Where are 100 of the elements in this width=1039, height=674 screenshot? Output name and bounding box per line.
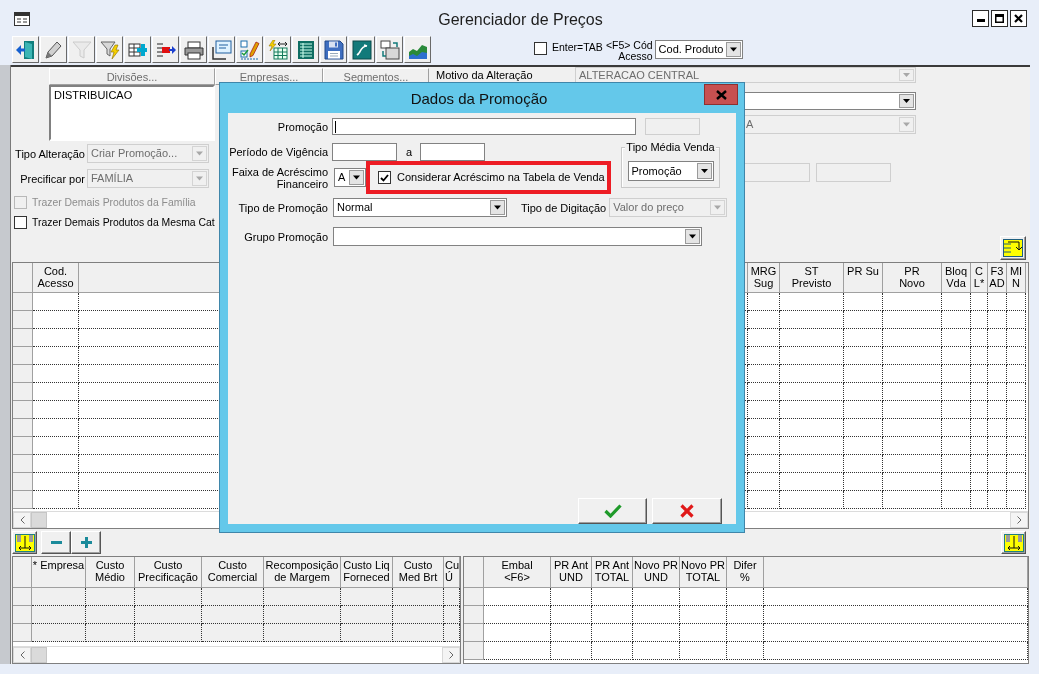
checkbox-label: Trazer Demais Produtos da Mesma Cat bbox=[32, 216, 215, 229]
caret-down-icon bbox=[696, 163, 712, 179]
column-header[interactable]: Embal <F6> bbox=[484, 557, 551, 588]
caret-down-icon bbox=[349, 170, 364, 185]
checkbox[interactable] bbox=[378, 171, 391, 184]
field-label: Tipo de Digitação bbox=[521, 201, 607, 214]
column-header[interactable]: Novo PR TOTAL bbox=[680, 557, 727, 588]
caret-down-icon bbox=[192, 171, 207, 186]
add-button[interactable] bbox=[71, 531, 101, 554]
column-header[interactable]: PR Ant UND bbox=[551, 557, 592, 588]
windows-arrows-icon bbox=[379, 39, 400, 60]
funnel-icon bbox=[71, 39, 92, 60]
checklist-pencil-icon bbox=[239, 39, 260, 60]
date-field[interactable] bbox=[332, 143, 397, 161]
column-header[interactable]: Novo PR UND bbox=[633, 557, 680, 588]
column-header[interactable]: ST Previsto bbox=[780, 263, 844, 293]
checkbox[interactable] bbox=[14, 216, 27, 229]
pencil-icon bbox=[43, 39, 64, 60]
dropdown[interactable] bbox=[333, 227, 702, 246]
toolbar-button[interactable] bbox=[348, 36, 375, 63]
close-icon bbox=[1014, 13, 1023, 23]
column-header[interactable]: PR Ant TOTAL bbox=[592, 557, 633, 588]
minus-icon bbox=[50, 541, 62, 544]
toolbar-button[interactable] bbox=[96, 36, 123, 63]
scrollbar-thumb[interactable] bbox=[31, 512, 47, 528]
field-label: Precificar por bbox=[19, 172, 86, 185]
range-separator: a bbox=[406, 146, 413, 158]
column-header[interactable]: F3 AD bbox=[988, 263, 1007, 293]
toolbar-button[interactable] bbox=[124, 36, 151, 63]
toolbar-button[interactable] bbox=[320, 36, 347, 63]
dialog-title: Dados da Promoção bbox=[410, 90, 548, 107]
checkbox-label: Enter=TAB bbox=[552, 41, 603, 54]
dropdown[interactable]: Normal bbox=[333, 198, 507, 217]
toolbar-button[interactable] bbox=[208, 36, 235, 63]
checkmark-icon bbox=[603, 504, 622, 518]
column-header[interactable]: MI N bbox=[1007, 263, 1026, 293]
toolbar-button[interactable] bbox=[376, 36, 403, 63]
maximize-icon bbox=[995, 13, 1004, 23]
horizontal-scrollbar[interactable] bbox=[13, 646, 460, 663]
caret-down-icon bbox=[725, 42, 741, 57]
maximize-button[interactable] bbox=[991, 9, 1008, 27]
group-label: Tipo Média Venda bbox=[625, 141, 716, 154]
toolbar-button[interactable] bbox=[292, 36, 319, 63]
column-header[interactable]: Cod. Acesso bbox=[33, 263, 79, 293]
dropdown[interactable]: Cod. Produto bbox=[654, 40, 743, 59]
toolbar-button[interactable] bbox=[264, 36, 291, 63]
window-title: Gerenciador de Preços bbox=[438, 11, 603, 29]
spreadsheet-icon bbox=[295, 39, 316, 60]
list-box[interactable]: DISTRIBUICAO bbox=[49, 85, 215, 141]
checkbox[interactable] bbox=[534, 42, 547, 55]
toolbar-button[interactable] bbox=[404, 36, 431, 63]
chevron-left-icon bbox=[19, 516, 25, 524]
field-label: Motivo da Alteração bbox=[435, 68, 534, 82]
text-field[interactable] bbox=[332, 118, 636, 135]
cancel-button[interactable] bbox=[652, 498, 722, 524]
dropdown[interactable]: A bbox=[334, 168, 366, 187]
close-icon bbox=[715, 89, 727, 100]
column-header[interactable]: C L* bbox=[971, 263, 988, 293]
door-arrow-icon bbox=[15, 39, 36, 60]
caret-down-icon bbox=[685, 229, 700, 244]
column-header[interactable]: Bloq Vda bbox=[942, 263, 971, 293]
toolbar-button[interactable] bbox=[40, 36, 67, 63]
chevron-right-icon bbox=[1016, 516, 1022, 524]
header-corner bbox=[464, 557, 484, 588]
columns-button[interactable] bbox=[1001, 531, 1026, 554]
plus-icon bbox=[80, 537, 92, 548]
remove-button[interactable] bbox=[41, 531, 71, 554]
date-field[interactable] bbox=[420, 143, 486, 161]
square-curve-icon bbox=[351, 39, 372, 60]
checkmark-icon bbox=[380, 173, 389, 182]
minimize-button[interactable] bbox=[972, 9, 989, 27]
toolbar-button[interactable] bbox=[236, 36, 263, 63]
caret-down-icon bbox=[710, 200, 726, 215]
dropdown[interactable]: Promoção bbox=[627, 161, 714, 181]
window-icon bbox=[14, 12, 30, 26]
toolbar-button[interactable] bbox=[180, 36, 207, 63]
field-label: <F5> Cód Acesso bbox=[605, 40, 653, 62]
column-header[interactable]: PR Novo bbox=[883, 263, 942, 293]
checkbox-label: Trazer Demais Produtos da Família bbox=[32, 196, 196, 209]
printer-icon bbox=[183, 39, 204, 60]
column-header[interactable]: Difer % bbox=[727, 557, 764, 588]
toolbar-button[interactable] bbox=[12, 36, 39, 63]
funnel-lightning-icon bbox=[99, 39, 120, 60]
field-label: Promoção bbox=[276, 120, 328, 133]
scrollbar-thumb[interactable] bbox=[31, 647, 47, 663]
columns-button[interactable] bbox=[12, 531, 37, 554]
cross-icon bbox=[680, 504, 694, 518]
caret-down-icon bbox=[899, 94, 914, 108]
list-item[interactable]: DISTRIBUICAO bbox=[54, 89, 210, 102]
toolbar-button[interactable] bbox=[152, 36, 179, 63]
caret-down-icon bbox=[192, 146, 207, 161]
close-button[interactable] bbox=[1010, 9, 1027, 27]
confirm-button[interactable] bbox=[578, 498, 647, 524]
column-header[interactable]: MRG Sug bbox=[748, 263, 780, 293]
column-header[interactable]: PR Su bbox=[844, 263, 883, 293]
field-label: Período de Vigência bbox=[228, 146, 328, 158]
field-label: Tipo de Promoção bbox=[237, 201, 328, 214]
caret-down-icon bbox=[899, 69, 914, 81]
panel-button[interactable] bbox=[1000, 236, 1026, 260]
caret-down-icon bbox=[490, 200, 505, 215]
